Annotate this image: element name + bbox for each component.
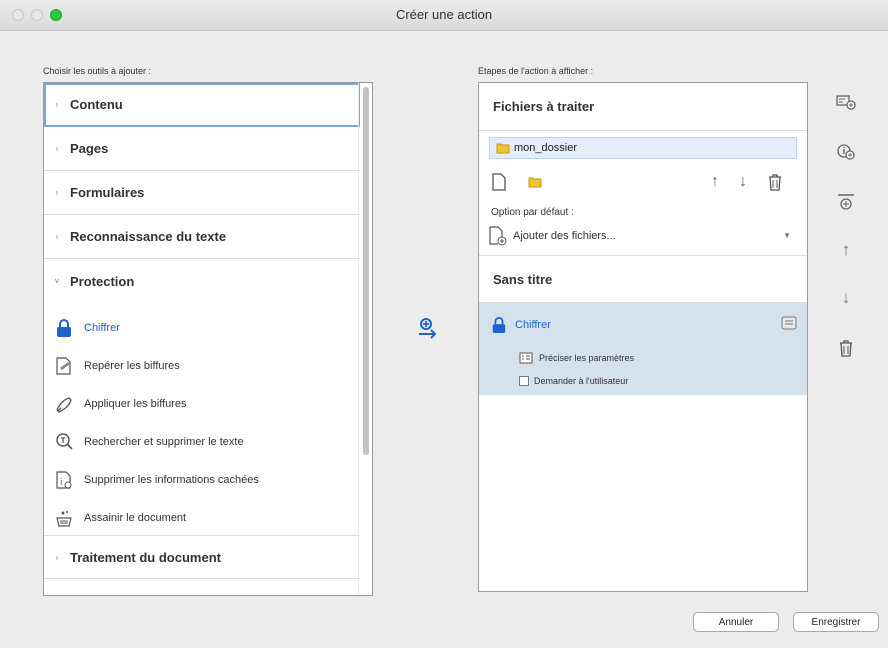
group-document-processing[interactable]: › Traitement du document — [44, 535, 360, 579]
step-title: Chiffrer — [515, 319, 551, 331]
specify-settings-row[interactable]: Préciser les paramètres — [519, 349, 634, 367]
tool-apply-redactions[interactable]: Appliquer les biffures — [44, 385, 360, 423]
tool-sanitize-document[interactable]: Assainir le document — [44, 499, 360, 537]
action-steps-list: Fichiers à traiter mon_dossier ↑ ↓ Optio… — [478, 82, 808, 592]
arrow-down-icon: ↓ — [739, 173, 747, 190]
move-down-button[interactable]: ↓ — [733, 171, 753, 193]
svg-text:i: i — [60, 478, 63, 488]
files-to-process-header: Fichiers à traiter — [479, 83, 807, 131]
tool-mark-redactions[interactable]: Repérer les biffures — [44, 347, 360, 385]
add-info-button[interactable] — [834, 140, 858, 164]
tools-label: Choisir les outils à ajouter : — [43, 66, 152, 76]
chevron-down-icon: ▼ — [783, 231, 791, 240]
add-message-button[interactable] — [834, 90, 858, 114]
folder-icon — [528, 177, 542, 188]
group-pages[interactable]: › Pages — [44, 127, 360, 171]
tool-search-remove-text[interactable]: Rechercher et supprimer le texte — [44, 423, 360, 461]
add-files-label: Ajouter des fichiers... — [513, 230, 616, 242]
trash-icon — [769, 174, 781, 191]
steps-label: Etapes de l'action à afficher : — [478, 66, 594, 76]
separator-plus-icon — [838, 194, 854, 210]
add-files-icon — [489, 226, 507, 246]
window-title: Créer une action — [395, 7, 493, 22]
tool-label: Supprimer les informations cachées — [84, 474, 259, 486]
step-encrypt[interactable]: Chiffrer Préciser les paramètres Demande… — [479, 303, 807, 395]
tool-label: Chiffrer — [84, 322, 120, 334]
tool-remove-hidden-info[interactable]: i Supprimer les informations cachées — [44, 461, 360, 499]
search-remove-text-icon — [52, 430, 76, 454]
mark-redaction-icon — [52, 354, 76, 378]
group-label: Protection — [70, 273, 135, 289]
file-icon — [492, 173, 506, 191]
lock-icon — [52, 316, 76, 340]
step-title-row: Chiffrer — [491, 313, 791, 337]
step-settings-button[interactable] — [781, 316, 797, 330]
trash-icon — [840, 340, 852, 357]
move-step-up-button[interactable]: ↑ — [834, 238, 858, 262]
chevron-right-icon: › — [55, 552, 59, 562]
folder-name: mon_dossier — [514, 142, 577, 154]
tools-list: › Contenu › Pages › Formulaires › Reconn… — [43, 82, 373, 596]
add-step-button[interactable] — [415, 316, 441, 342]
untitled-section-header: Sans titre — [479, 255, 807, 303]
delete-file-button[interactable] — [765, 171, 785, 193]
folder-item[interactable]: mon_dossier — [489, 137, 797, 159]
options-icon — [519, 352, 533, 364]
create-action-dialog: Créer une action Choisir les outils à aj… — [0, 0, 888, 648]
add-separator-button[interactable] — [834, 190, 858, 214]
ask-user-option[interactable]: Demander à l'utilisateur — [519, 373, 628, 389]
title-bar: Créer une action — [0, 0, 888, 31]
files-toolbar: ↑ ↓ — [489, 171, 799, 193]
chevron-down-icon: ˅ — [54, 276, 60, 286]
group-label: Traitement du document — [70, 549, 221, 565]
tool-label: Rechercher et supprimer le texte — [84, 436, 244, 448]
remove-hidden-info-icon: i — [52, 468, 76, 492]
group-label: Formulaires — [70, 185, 145, 200]
add-file-button[interactable] — [489, 171, 509, 193]
default-option-dropdown[interactable]: Ajouter des fichiers... ▼ — [489, 223, 799, 249]
group-forms[interactable]: › Formulaires — [44, 171, 360, 215]
ask-user-checkbox[interactable] — [519, 376, 529, 386]
ask-user-label: Demander à l'utilisateur — [534, 376, 629, 386]
group-label: Reconnaissance du texte — [70, 229, 227, 244]
lock-icon — [491, 316, 507, 334]
apply-redaction-icon — [52, 392, 76, 416]
insert-instruction-icon — [836, 95, 856, 110]
chevron-right-icon: › — [55, 100, 59, 109]
delete-step-button[interactable] — [834, 336, 858, 360]
add-arrow-icon — [419, 318, 437, 339]
group-text-recognition[interactable]: › Reconnaissance du texte — [44, 215, 360, 259]
tool-label: Appliquer les biffures — [84, 398, 187, 410]
sanitize-document-icon — [52, 506, 76, 530]
default-option-label: Option par défaut : — [491, 207, 574, 218]
folder-icon — [496, 142, 510, 154]
group-protection[interactable]: ˅ Protection — [44, 259, 360, 303]
scrollbar-thumb[interactable] — [363, 87, 369, 455]
scrollbar-track[interactable] — [358, 83, 372, 595]
add-folder-button[interactable] — [525, 171, 545, 193]
tool-label: Assainir le document — [84, 512, 187, 524]
chevron-right-icon: › — [55, 232, 59, 241]
move-up-button[interactable]: ↑ — [705, 171, 725, 193]
tool-label: Repérer les biffures — [84, 360, 180, 372]
group-content[interactable]: › Contenu — [44, 83, 360, 127]
group-label: Pages — [70, 141, 109, 156]
settings-panel-icon — [781, 316, 797, 330]
arrow-down-icon: ↓ — [841, 288, 851, 307]
save-button[interactable]: Enregistrer — [793, 612, 879, 632]
cancel-button[interactable]: Annuler — [693, 612, 779, 632]
chevron-right-icon: › — [55, 144, 59, 153]
group-label: Contenu — [70, 97, 123, 112]
arrow-up-icon: ↑ — [841, 240, 851, 259]
chevron-right-icon: › — [55, 188, 59, 197]
info-plus-icon — [837, 144, 855, 160]
move-step-down-button[interactable]: ↓ — [834, 286, 858, 310]
tool-encrypt[interactable]: Chiffrer — [44, 309, 360, 347]
arrow-up-icon: ↑ — [711, 173, 719, 190]
specify-settings-label: Préciser les paramètres — [539, 353, 635, 363]
